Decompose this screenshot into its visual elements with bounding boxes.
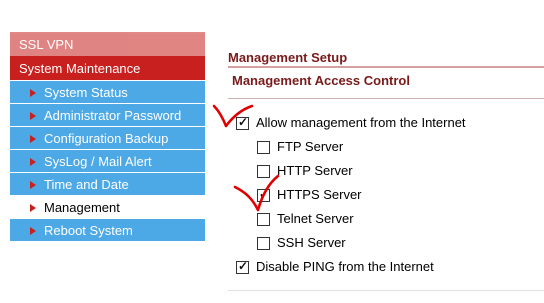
sidebar-item-configuration-backup[interactable]: Configuration Backup	[10, 126, 205, 149]
sidebar-item-label: System Status	[44, 85, 128, 100]
sidebar-item-reboot-system[interactable]: Reboot System	[10, 218, 205, 241]
arrow-right-icon	[30, 227, 36, 235]
arrow-right-icon	[30, 204, 36, 212]
sidebar-item-label: Time and Date	[44, 177, 129, 192]
sidebar-item-label: Reboot System	[44, 223, 133, 238]
ssh-server-checkbox[interactable]	[257, 237, 270, 250]
main-content: Management Setup Management Access Contr…	[228, 0, 544, 303]
checkmark-icon: ✓	[238, 259, 249, 273]
http-server-label: HTTP Server	[277, 163, 353, 178]
disable-ping-label: Disable PING from the Internet	[256, 259, 434, 274]
sidebar-item-label: Configuration Backup	[44, 131, 169, 146]
sidebar-item-management[interactable]: Management	[10, 195, 205, 218]
checkmark-icon: ✓	[259, 187, 270, 201]
sidebar-item-syslog-mail-alert[interactable]: SysLog / Mail Alert	[10, 149, 205, 172]
sidebar-item-label: SSL VPN	[19, 37, 74, 52]
allow-internet-checkbox[interactable]: ✓	[236, 115, 249, 130]
http-server-checkbox[interactable]	[257, 165, 270, 178]
telnet-server-label: Telnet Server	[277, 211, 354, 226]
sidebar-item-label: SysLog / Mail Alert	[44, 154, 152, 169]
ssh-server-label: SSH Server	[277, 235, 346, 250]
allow-internet-option: ✓ Allow management from the Internet	[236, 115, 516, 134]
page-title: Management Setup	[228, 50, 348, 65]
section-divider	[228, 98, 544, 99]
sidebar-fade-overlay	[10, 0, 205, 34]
ftp-server-label: FTP Server	[277, 139, 344, 154]
allow-internet-label: Allow management from the Internet	[256, 115, 466, 130]
telnet-server-checkbox[interactable]	[257, 213, 270, 226]
disable-ping-option: ✓ Disable PING from the Internet	[236, 259, 516, 278]
sidebar-item-label: Management	[44, 200, 120, 215]
title-divider	[228, 66, 544, 68]
sidebar-item-ssl-vpn[interactable]: SSL VPN	[10, 32, 205, 56]
bottom-divider	[228, 290, 544, 291]
disable-ping-checkbox[interactable]: ✓	[236, 259, 249, 274]
ssh-server-option: SSH Server	[257, 235, 457, 254]
checkmark-icon: ✓	[238, 115, 249, 129]
https-server-checkbox[interactable]: ✓	[257, 187, 270, 202]
https-server-option: ✓ HTTPS Server	[257, 187, 457, 206]
section-title: Management Access Control	[232, 73, 410, 88]
arrow-right-icon	[30, 89, 36, 97]
arrow-right-icon	[30, 158, 36, 166]
sidebar-section-system-maintenance[interactable]: System Maintenance	[10, 56, 205, 80]
sidebar-item-system-status[interactable]: System Status	[10, 80, 205, 103]
sidebar-item-label: Administrator Password	[44, 108, 182, 123]
sidebar-item-time-and-date[interactable]: Time and Date	[10, 172, 205, 195]
sidebar-item-administrator-password[interactable]: Administrator Password	[10, 103, 205, 126]
arrow-right-icon	[30, 112, 36, 120]
arrow-right-icon	[30, 135, 36, 143]
arrow-right-icon	[30, 181, 36, 189]
https-server-label: HTTPS Server	[277, 187, 362, 202]
http-server-option: HTTP Server	[257, 163, 457, 182]
ftp-server-checkbox[interactable]	[257, 141, 270, 154]
sidebar-nav: SSL VPN System Maintenance System Status…	[10, 32, 205, 250]
sidebar-section-label: System Maintenance	[19, 61, 141, 76]
telnet-server-option: Telnet Server	[257, 211, 457, 230]
ftp-server-option: FTP Server	[257, 139, 457, 158]
